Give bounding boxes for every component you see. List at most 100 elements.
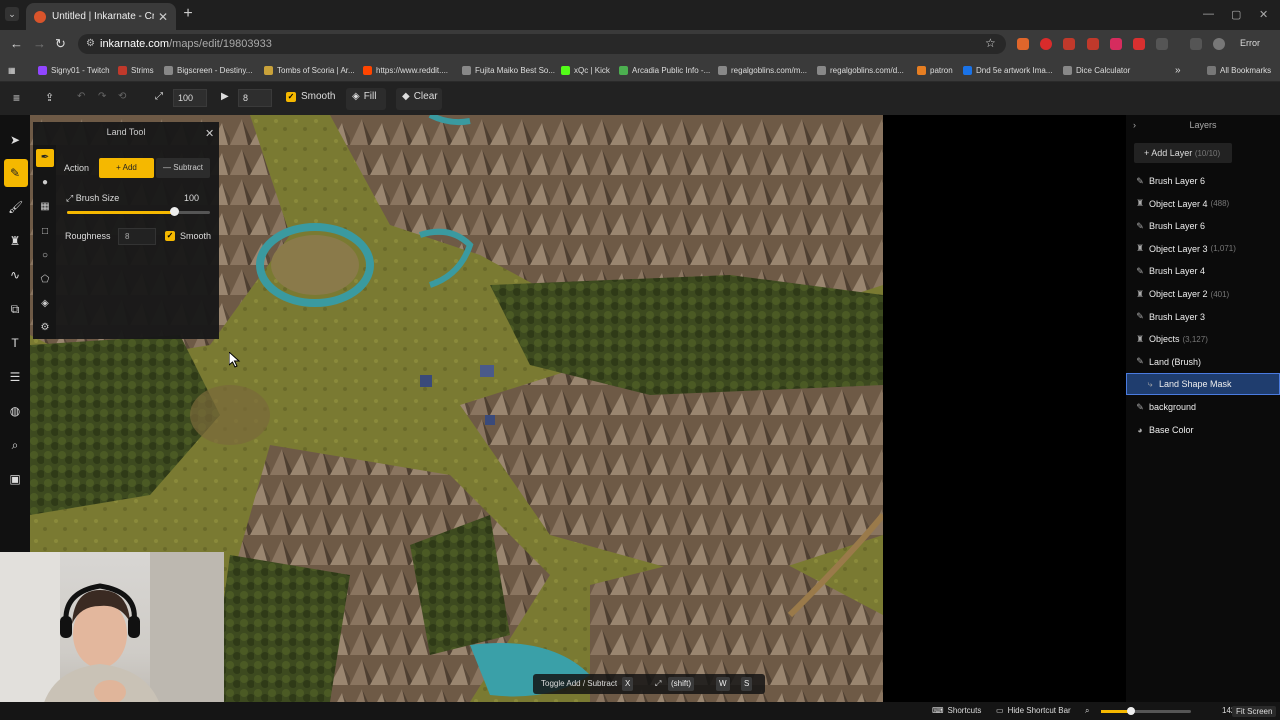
profile-avatar[interactable] [1213, 38, 1225, 50]
layer-item[interactable]: ✎ Brush Layer 6 [1126, 170, 1280, 192]
notes-tool-icon[interactable]: ☰ [8, 370, 22, 384]
bookmark-item[interactable]: Strims [118, 66, 154, 75]
menu-icon[interactable]: ≡ [13, 91, 20, 105]
extension-icon[interactable] [1133, 38, 1145, 50]
roughness-icon: ▶ [221, 91, 229, 102]
profile-error-label[interactable]: Error [1240, 38, 1260, 48]
export-icon[interactable]: ⇪ [45, 91, 54, 104]
url-field[interactable]: ⚙ inkarnate.com/maps/edit/19803933 [78, 34, 1006, 54]
globe-tool-icon[interactable]: ◍ [8, 404, 22, 418]
zoom-slider-handle[interactable] [1126, 707, 1135, 715]
close-panel-icon[interactable]: ✕ [205, 127, 214, 140]
layer-item[interactable]: ✎ background [1126, 396, 1280, 418]
close-window-icon[interactable]: ✕ [1259, 8, 1268, 21]
layer-name: Brush Layer 6 [1149, 221, 1206, 232]
layer-name: Brush Layer 4 [1149, 266, 1206, 277]
extension-icon[interactable] [1063, 38, 1075, 50]
rectangle-shape-icon[interactable]: □ [39, 226, 51, 238]
smooth-option[interactable]: ✓ Smooth [165, 231, 211, 241]
add-button[interactable]: + Add [99, 158, 154, 178]
layers-tool-icon[interactable]: ⧉ [8, 302, 22, 316]
back-icon[interactable]: ← [10, 36, 23, 51]
site-info-icon[interactable]: ⚙ [86, 34, 95, 54]
layer-item[interactable]: ♜ Object Layer 2 (401) [1126, 283, 1280, 305]
layer-item[interactable]: ✎ Brush Layer 3 [1126, 306, 1280, 328]
layer-name: background [1149, 402, 1197, 412]
pen-shape-icon[interactable]: ✒ [39, 152, 51, 164]
layer-name: Brush Layer 3 [1149, 311, 1206, 322]
settings-icon[interactable]: ⚙ [39, 322, 51, 334]
fill-shape-icon[interactable]: ◈ [39, 298, 51, 310]
smooth-toggle[interactable]: ✓ Smooth [286, 91, 335, 102]
extension-icon[interactable] [1017, 38, 1029, 50]
circle-brush-icon[interactable]: ● [39, 177, 51, 189]
land-tool-icon[interactable]: ✎ [8, 166, 22, 180]
hide-shortcut-bar-button[interactable]: ▭ Hide Shortcut Bar [996, 706, 1071, 715]
grid-brush-icon[interactable]: ▦ [39, 201, 51, 213]
tab-close-icon[interactable]: ✕ [158, 10, 168, 24]
layer-item[interactable]: ✎ Brush Layer 4 [1126, 260, 1280, 282]
brush-tool-icon[interactable]: 🖌 [8, 200, 23, 214]
shortcuts-button[interactable]: ⌨ Shortcuts [932, 706, 981, 715]
bookmark-item[interactable]: regalgoblins.com/d... [817, 66, 904, 75]
new-tab-button[interactable]: + [180, 6, 196, 22]
polygon-shape-icon[interactable]: ⬠ [39, 274, 51, 286]
bookmark-star-icon[interactable]: ☆ [985, 36, 996, 50]
bookmark-item[interactable]: Fujita Maiko Best So... [462, 66, 555, 75]
history-icon[interactable]: ⟲ [118, 91, 126, 102]
layer-item[interactable]: ♜ Objects (3,127) [1126, 328, 1280, 350]
add-layer-button[interactable]: + Add Layer (10/10) [1134, 143, 1232, 163]
forward-icon[interactable]: → [33, 36, 46, 51]
bookmark-item[interactable]: regalgoblins.com/m... [718, 66, 807, 75]
subtract-button[interactable]: — Subtract [156, 158, 210, 178]
bookmark-item[interactable]: Arcadia Public Info -... [619, 66, 710, 75]
bookmark-item[interactable]: patron [917, 66, 953, 75]
clear-button-content[interactable]: ◆ Clear [402, 91, 438, 102]
roughness-input[interactable]: 8 [238, 89, 272, 107]
extension-icon[interactable] [1040, 38, 1052, 50]
bookmarks-overflow-icon[interactable]: » [1175, 65, 1181, 76]
layer-item[interactable]: ✎ Brush Layer 6 [1126, 215, 1280, 237]
bookmark-item[interactable]: Bigscreen - Destiny... [164, 66, 252, 75]
fill-button-content[interactable]: ◈ Fill [352, 91, 376, 102]
bookmark-item[interactable]: https://www.reddit.... [363, 66, 448, 75]
all-bookmarks[interactable]: All Bookmarks [1207, 66, 1271, 75]
brush-size-input[interactable]: 100 [173, 89, 207, 107]
layer-item[interactable]: ♜ Object Layer 3 (1,071) [1126, 238, 1280, 260]
layer-item[interactable]: ♜ Object Layer 4 (488) [1126, 193, 1280, 215]
extensions-puzzle-icon[interactable] [1156, 38, 1168, 50]
text-tool-icon[interactable]: T [8, 336, 22, 350]
bookmark-label: https://www.reddit.... [376, 66, 449, 75]
path-tool-icon[interactable]: ∿ [8, 268, 22, 282]
roughness-field[interactable]: 8 [118, 228, 156, 245]
bookmark-item[interactable]: Dice Calculator [1063, 66, 1130, 75]
tab-search-icon[interactable]: ⌄ [5, 7, 19, 21]
maximize-icon[interactable]: ▢ [1231, 8, 1241, 21]
layer-item[interactable]: ◕ Base Color [1126, 419, 1280, 441]
browser-tab[interactable]: Untitled | Inkarnate - Create Fa ✕ [26, 3, 176, 30]
bookmark-item[interactable]: Dnd 5e artwork Ima... [963, 66, 1052, 75]
redo-icon[interactable]: ↷ [98, 91, 106, 102]
bookmark-favicon-icon [462, 66, 471, 75]
zoom-slider[interactable] [1101, 707, 1191, 715]
extension-icon[interactable] [1087, 38, 1099, 50]
extension-icon[interactable] [1110, 38, 1122, 50]
reload-icon[interactable]: ↻ [55, 36, 66, 52]
stamp-tool-icon[interactable]: ♜ [8, 234, 22, 248]
save-tool-icon[interactable]: ▣ [8, 472, 22, 486]
bookmark-item[interactable]: Tombs of Scoria | Ar... [264, 66, 355, 75]
ellipse-shape-icon[interactable]: ○ [39, 250, 51, 262]
brush-size-value[interactable]: 100 [184, 193, 199, 203]
reading-list-icon[interactable] [1190, 38, 1202, 50]
apps-grid-icon[interactable]: ▦ [8, 66, 16, 75]
layer-item[interactable]: ✎ Land (Brush) [1126, 351, 1280, 373]
bookmark-item[interactable]: xQc | Kick [561, 66, 610, 75]
zoom-tool-icon[interactable]: ⌕ [8, 438, 22, 452]
undo-icon[interactable]: ↶ [77, 91, 85, 102]
fit-screen-button[interactable]: Fit Screen [1232, 706, 1277, 717]
layer-item[interactable]: ⤷ Land Shape Mask [1126, 373, 1280, 396]
minimize-icon[interactable]: — [1203, 8, 1214, 20]
brush-size-slider[interactable] [67, 207, 210, 216]
bookmark-item[interactable]: Signy01 - Twitch [38, 66, 110, 75]
select-tool-icon[interactable]: ➤ [8, 133, 22, 147]
